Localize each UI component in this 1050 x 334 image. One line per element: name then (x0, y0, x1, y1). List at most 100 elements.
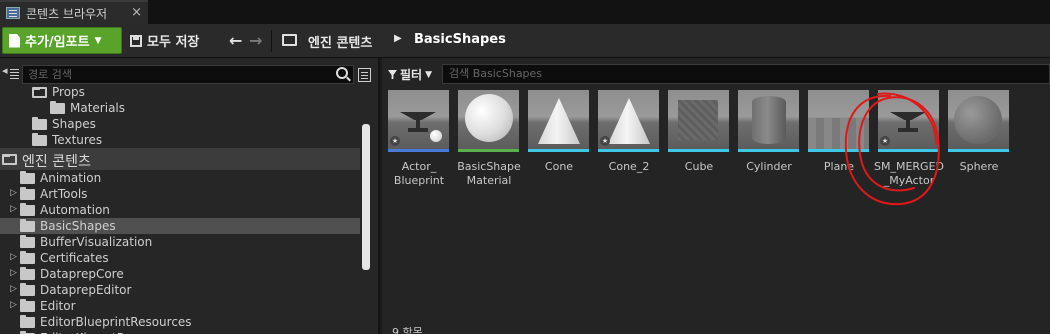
asset-tile[interactable] (668, 90, 729, 152)
asset-tile[interactable]: ★ (878, 90, 939, 152)
add-import-button[interactable]: 추가/임포트 ▼ (2, 27, 122, 54)
breadcrumb-root[interactable]: 엔진 콘텐츠 (308, 32, 372, 51)
tree-item[interactable]: BufferVisualization (0, 234, 360, 250)
asset-thumbnail (458, 90, 519, 149)
asset-label: Cube (684, 160, 714, 173)
tree-item[interactable]: Animation (0, 170, 360, 186)
tree-scrollbar[interactable] (362, 124, 370, 270)
sphere-icon (430, 130, 442, 142)
save-all-button[interactable]: 모두 저장 (126, 27, 216, 54)
asset-thumbnail (668, 90, 729, 149)
tree-item-label: ArtTools (40, 187, 88, 201)
sources-panel: 경로 검색 Props Materials Shapes Textures 엔진 콘텐츠… (0, 58, 380, 334)
tree-item-label: BufferVisualization (40, 235, 153, 249)
asset-panel: 필터 ▼ 검색 BasicShapes ★ Actor_ Blueprint Bas… (382, 58, 1050, 334)
asset-tile[interactable] (738, 90, 799, 152)
tree-item[interactable]: Shapes (0, 116, 360, 132)
view-options-icon[interactable] (358, 68, 371, 82)
tree-item-label: DataprepCore (40, 267, 124, 281)
save-all-label: 모두 저장 (147, 35, 200, 50)
tree-item[interactable]: Materials (0, 100, 360, 116)
item-count: 9 항목 (392, 326, 423, 334)
tree-item[interactable]: ▷ DataprepCore (0, 266, 360, 282)
collapse-panel-icon[interactable] (2, 64, 20, 81)
close-icon[interactable]: × (131, 5, 142, 20)
star-badge-icon: ★ (600, 136, 610, 146)
tree-item[interactable]: EditorBlueprintResources (0, 314, 360, 330)
tree-item-label: Materials (70, 101, 126, 115)
asset-type-bar (948, 149, 1009, 152)
cone-icon (608, 98, 650, 144)
expand-arrow-icon[interactable]: ▷ (10, 268, 17, 278)
folder-icon (20, 187, 35, 200)
mesh-shape-icon (898, 128, 918, 132)
tree-item[interactable]: ▷ Editor (0, 298, 360, 314)
asset-label: Actor_ Blueprint (393, 160, 445, 187)
tree-item[interactable]: BasicShapes (0, 218, 360, 234)
asset-thumbnail (808, 90, 869, 149)
tree-item[interactable]: ▷ DataprepEditor (0, 282, 360, 298)
toolbar: 추가/임포트 ▼ 모두 저장 ← → 엔진 콘텐츠 ▶ BasicShapes (0, 24, 1050, 58)
content-browser-window: 콘텐츠 브라우저 × 추가/임포트 ▼ 모두 저장 ← → 엔진 콘텐츠 ▶ B… (0, 0, 1050, 334)
tree-item-label: Textures (52, 133, 103, 147)
tree-item-label: DataprepEditor (40, 283, 132, 297)
tree-item[interactable]: ▷ Certificates (0, 250, 360, 266)
expand-arrow-icon[interactable]: ▷ (10, 300, 17, 310)
asset-label: SM_MERGED _MyActor (874, 160, 945, 187)
asset-tile[interactable] (458, 90, 519, 152)
asset-label: BasicShape Material (457, 160, 521, 187)
tree-item[interactable]: 엔진 콘텐츠 (0, 148, 360, 170)
tree-item-label: Shapes (52, 117, 96, 131)
asset-type-bar (528, 149, 589, 152)
asset-tile[interactable] (948, 90, 1009, 152)
search-icon[interactable] (336, 67, 348, 79)
asset-type-bar (388, 149, 449, 152)
mesh-shape-icon (408, 128, 428, 132)
cone-icon (538, 98, 580, 144)
expand-arrow-icon[interactable]: ▷ (10, 204, 17, 214)
tree-item[interactable]: EditorKismetResources (0, 330, 360, 334)
back-arrow-icon[interactable]: ← (229, 31, 242, 50)
expand-arrow-icon[interactable]: ▷ (10, 252, 17, 262)
content-browser-icon (6, 7, 20, 19)
asset-tile[interactable]: ★ (598, 90, 659, 152)
folder-icon[interactable] (282, 34, 297, 46)
folder-icon (20, 251, 35, 264)
asset-search-input[interactable]: 검색 BasicShapes (442, 64, 1050, 84)
tree-item[interactable]: Textures (0, 132, 360, 148)
folder-tree: Props Materials Shapes Textures 엔진 콘텐츠 Animat… (0, 86, 360, 334)
asset-label: Cone_2 (608, 160, 650, 173)
tree-item[interactable]: ▷ ArtTools (0, 186, 360, 202)
folder-icon (32, 117, 47, 130)
toolbar-divider (271, 30, 272, 52)
tab-content-browser[interactable]: 콘텐츠 브라우저 × (0, 0, 148, 24)
tree-item-label: Props (52, 86, 85, 99)
folder-icon (20, 235, 35, 248)
sphere-icon (954, 96, 1002, 144)
tree-item-label: 엔진 콘텐츠 (22, 154, 91, 170)
path-search-input[interactable]: 경로 검색 (22, 65, 354, 84)
expand-arrow-icon[interactable]: ▷ (10, 188, 17, 198)
asset-tile[interactable] (528, 90, 589, 152)
tree-item[interactable]: Props (0, 86, 360, 100)
asset-tile[interactable]: ★ (388, 90, 449, 152)
asset-tile[interactable] (808, 90, 869, 152)
breadcrumb-separator-icon[interactable]: ▶ (394, 33, 402, 44)
folder-icon (50, 101, 65, 114)
asset-type-bar (738, 149, 799, 152)
tree-item[interactable]: ▷ Automation (0, 202, 360, 218)
add-import-label: 추가/임포트 (25, 35, 90, 50)
save-icon (130, 34, 142, 47)
forward-arrow-icon[interactable]: → (249, 31, 262, 50)
asset-type-bar (808, 149, 869, 152)
new-document-icon (9, 33, 20, 48)
asset-thumbnail (528, 90, 589, 149)
tree-item-label: Certificates (40, 251, 109, 265)
asset-label: Cylinder (746, 160, 792, 173)
folder-open-icon (32, 87, 47, 98)
cube-icon (678, 100, 718, 140)
filters-button[interactable]: 필터 ▼ (388, 66, 432, 83)
expand-arrow-icon[interactable]: ▷ (10, 284, 17, 294)
breadcrumb-current[interactable]: BasicShapes (414, 32, 506, 47)
tab-title: 콘텐츠 브라우저 (26, 6, 108, 21)
